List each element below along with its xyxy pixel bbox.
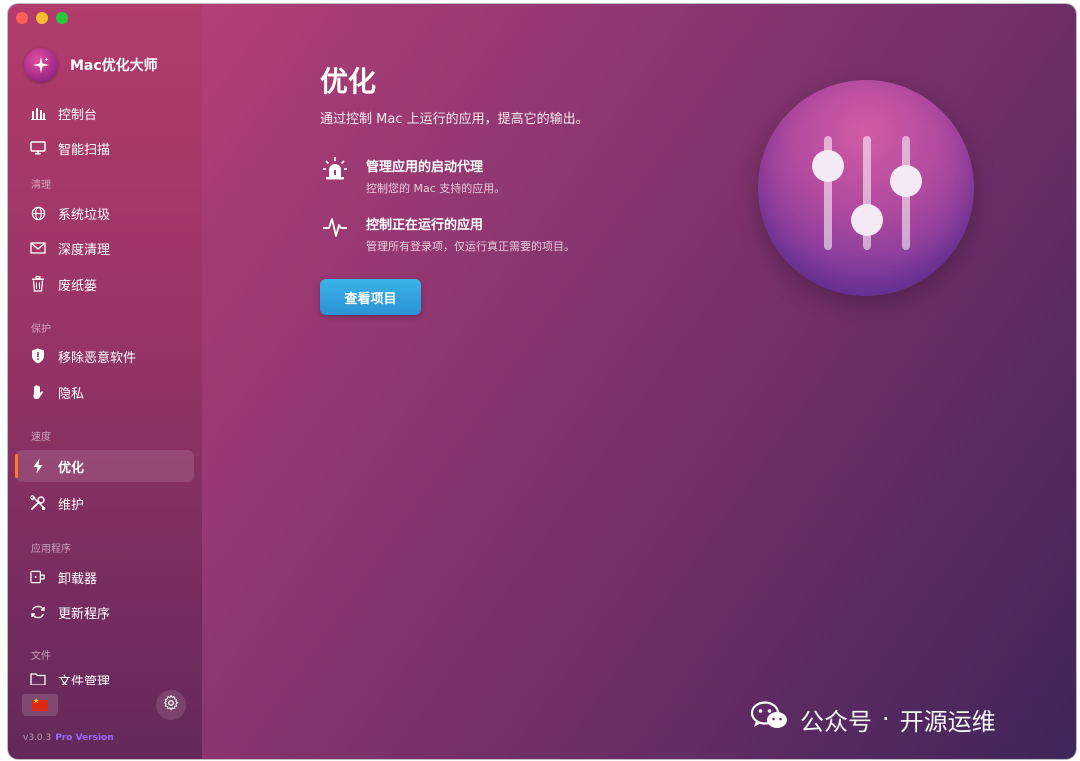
section-label-files: 文件 xyxy=(31,651,51,662)
titlebar xyxy=(8,4,202,32)
trash-icon xyxy=(30,276,46,292)
globe-icon xyxy=(30,205,46,221)
version-label: v3.0.3 Pro Version xyxy=(23,733,114,743)
sidebar-item-deep-clean[interactable]: 深度清理 xyxy=(16,232,194,264)
sidebar-item-label: 控制台 xyxy=(58,107,98,123)
close-window-button[interactable] xyxy=(16,12,28,24)
app-logo-icon xyxy=(24,48,58,82)
watermark-name: 开源运维 xyxy=(899,707,996,736)
watermark-dot: · xyxy=(882,705,890,733)
feature-description: 控制您的 Mac 支持的应用。 xyxy=(366,182,506,195)
minimize-window-button[interactable] xyxy=(36,12,48,24)
settings-button[interactable] xyxy=(156,690,186,720)
sidebar-footer: v3.0.3Pro Version xyxy=(8,684,202,759)
watermark-prefix: 公众号 xyxy=(800,707,872,736)
page-title: 优化 xyxy=(320,65,377,98)
sidebar-item-optimization[interactable]: 优化 xyxy=(15,450,194,482)
sidebar-item-system-junk[interactable]: 系统垃圾 xyxy=(16,197,194,229)
feature-launch-agents: 管理应用的启动代理 控制您的 Mac 支持的应用。 xyxy=(320,154,505,196)
section-label-protection: 保护 xyxy=(31,324,51,335)
sidebar-item-label: 隐私 xyxy=(58,386,85,402)
sidebar-item-privacy[interactable]: 隐私 xyxy=(16,376,194,408)
siren-icon xyxy=(320,154,350,184)
app-name: Mac优化大师 xyxy=(70,58,158,74)
china-flag-icon xyxy=(32,697,48,711)
sidebar-item-label: 优化 xyxy=(58,460,85,476)
sidebar-item-label: 卸载器 xyxy=(58,571,98,587)
feature-text: 管理应用的启动代理 控制您的 Mac 支持的应用。 xyxy=(366,154,505,196)
sidebar-item-trash[interactable]: 废纸篓 xyxy=(16,268,194,300)
feature-title: 控制正在运行的应用 xyxy=(366,218,484,233)
sidebar-item-label: 废纸篓 xyxy=(58,278,98,294)
sliders-icon xyxy=(812,136,922,250)
folder-icon xyxy=(30,671,46,685)
monitor-icon xyxy=(30,140,46,156)
app-window: Mac优化大师 控制台 智能扫描 清理 系统垃圾 深度清理 废纸篓 保护 移除恶… xyxy=(8,4,1076,759)
bar-chart-icon xyxy=(30,105,46,121)
gear-icon xyxy=(163,694,179,715)
hand-icon xyxy=(30,384,46,400)
tools-icon xyxy=(30,495,46,511)
sidebar-item-label: 智能扫描 xyxy=(58,142,111,158)
feature-running-apps: 控制正在运行的应用 管理所有登录项，仅运行真正需要的项目。 xyxy=(320,212,575,254)
sidebar-item-file-manager[interactable]: 文件管理 xyxy=(16,667,194,685)
shield-icon xyxy=(30,348,46,364)
sidebar-item-label: 更新程序 xyxy=(58,606,111,622)
sidebar-item-label: 文件管理 xyxy=(58,675,111,685)
sidebar-item-label: 深度清理 xyxy=(58,242,111,258)
feature-title: 管理应用的启动代理 xyxy=(366,160,484,175)
refresh-icon xyxy=(30,604,46,620)
section-label-applications: 应用程序 xyxy=(31,544,71,555)
page-subtitle: 通过控制 Mac 上运行的应用，提高它的输出。 xyxy=(320,112,589,127)
section-label-speed: 速度 xyxy=(31,432,51,443)
zoom-window-button[interactable] xyxy=(56,12,68,24)
sidebar-item-label: 系统垃圾 xyxy=(58,207,111,223)
sidebar-item-maintenance[interactable]: 维护 xyxy=(16,487,194,519)
sidebar-item-label: 移除恶意软件 xyxy=(58,350,137,366)
view-items-button[interactable]: 查看项目 xyxy=(320,279,421,315)
sidebar-item-malware-removal[interactable]: 移除恶意软件 xyxy=(16,340,194,372)
version-number: v3.0.3 xyxy=(23,733,52,743)
feature-description: 管理所有登录项，仅运行真正需要的项目。 xyxy=(366,240,575,253)
pulse-icon xyxy=(320,212,350,242)
envelope-icon xyxy=(30,240,46,256)
feature-text: 控制正在运行的应用 管理所有登录项，仅运行真正需要的项目。 xyxy=(366,212,575,254)
pro-badge: Pro Version xyxy=(55,733,114,743)
lightning-icon xyxy=(30,458,46,474)
wechat-watermark: 公众号 · 开源运维 xyxy=(750,700,996,738)
optimization-hero-icon xyxy=(758,80,974,296)
sidebar-item-uninstaller[interactable]: 卸载器 xyxy=(16,561,194,593)
sidebar-item-label: 维护 xyxy=(58,497,85,513)
sidebar: Mac优化大师 控制台 智能扫描 清理 系统垃圾 深度清理 废纸篓 保护 移除恶… xyxy=(8,4,202,759)
sidebar-item-smart-scan[interactable]: 智能扫描 xyxy=(16,132,194,164)
language-button[interactable] xyxy=(22,694,58,716)
wechat-icon xyxy=(750,700,790,738)
sidebar-item-dashboard[interactable]: 控制台 xyxy=(16,97,194,129)
uninstaller-icon xyxy=(30,569,46,585)
section-label-cleanup: 清理 xyxy=(31,180,51,191)
sidebar-item-updater[interactable]: 更新程序 xyxy=(16,596,194,628)
main-panel: 优化 通过控制 Mac 上运行的应用，提高它的输出。 管理应用的启动代理 控制您… xyxy=(202,4,1076,759)
app-header: Mac优化大师 xyxy=(24,48,158,82)
